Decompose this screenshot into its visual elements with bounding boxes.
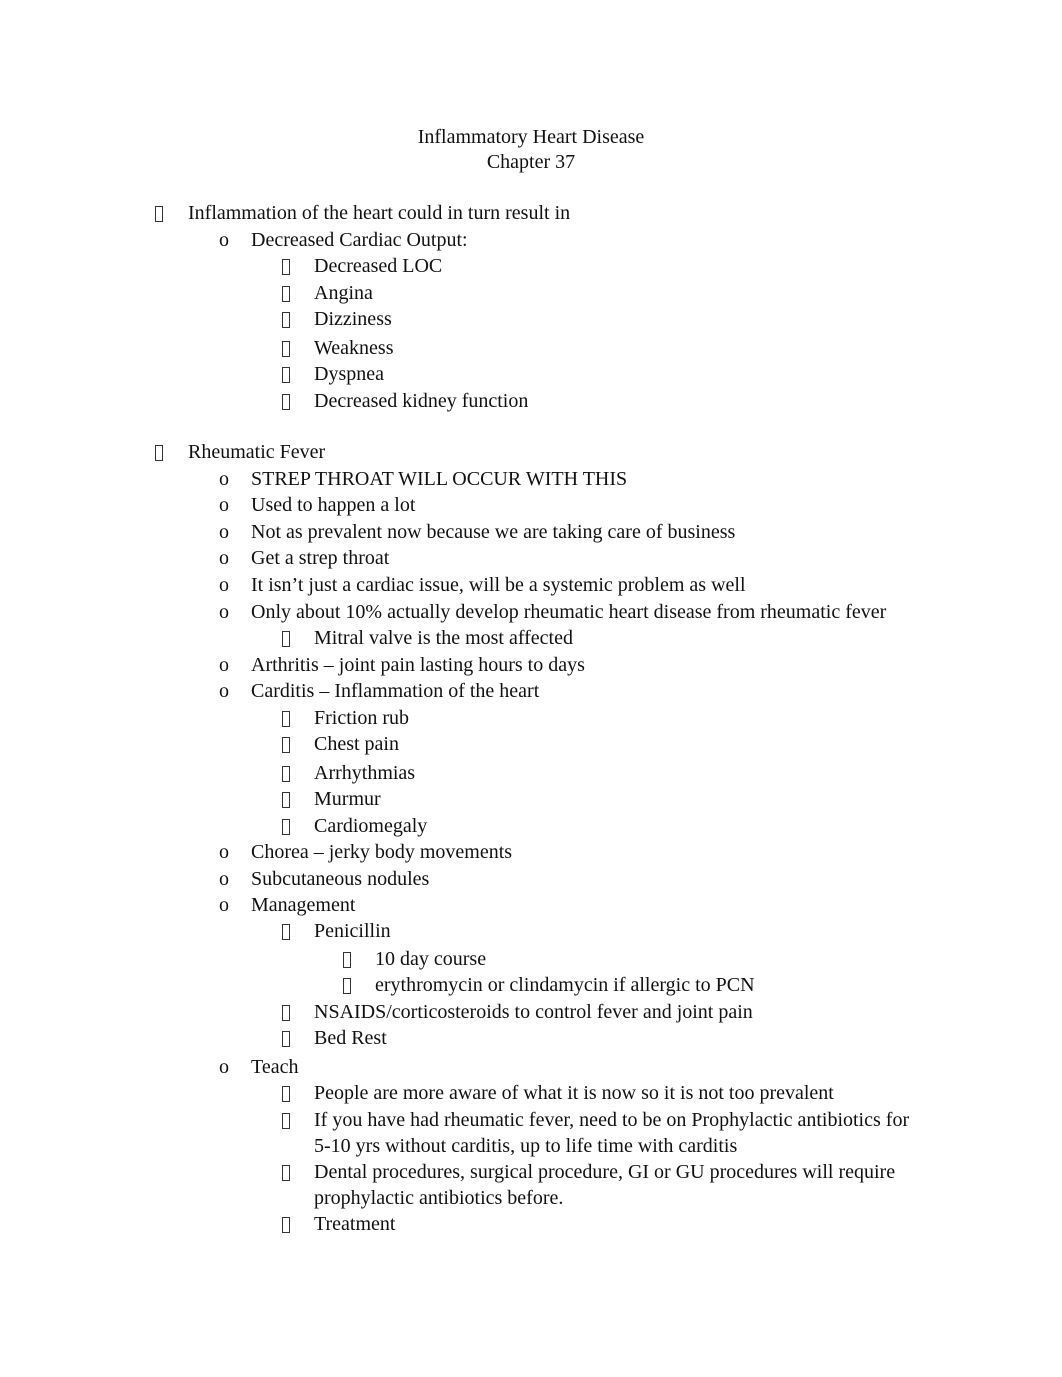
list-item-text: Dental procedures, surgical procedure, G… [314,1161,896,1183]
circle-bullet-icon: o [219,574,229,596]
list-item-text: erythromycin or clindamycin if allergic … [375,974,755,996]
list-item-text: Chorea – jerky body movements [251,841,513,863]
missing-glyph-bullet-icon [282,1080,290,1109]
missing-glyph-bullet-icon [155,439,163,468]
tofu-box-icon [282,711,290,727]
list-item-text: Get a strep throat [251,547,390,569]
tofu-box-icon [282,1086,290,1102]
tofu-box-icon [282,737,290,753]
document-title: Inflammatory Heart Disease [417,126,645,148]
circle-bullet-icon: o [219,229,229,251]
list-item-text: Friction rub [314,707,409,729]
tofu-box-icon [282,367,290,383]
list-item-text: Not as prevalent now because we are taki… [251,521,736,543]
missing-glyph-bullet-icon [282,306,290,335]
missing-glyph-bullet-icon [282,335,290,364]
missing-glyph-bullet-icon [282,388,290,417]
list-item-text: Bed Rest [314,1027,387,1049]
missing-glyph-bullet-icon [282,361,290,390]
list-item-text: Management [251,894,356,916]
missing-glyph-bullet-icon [282,1211,290,1240]
list-item-text: Dyspnea [314,363,384,385]
list-item-text: Chest pain [314,733,399,755]
list-item-text: It isn’t just a cardiac issue, will be a… [251,574,746,596]
circle-bullet-icon: o [219,547,229,569]
list-item-text: Penicillin [314,920,391,942]
tofu-box-icon [282,286,290,302]
tofu-box-icon [282,1217,290,1233]
missing-glyph-bullet-icon [155,200,163,229]
circle-bullet-icon: o [219,1056,229,1078]
missing-glyph-bullet-icon [282,786,290,815]
tofu-box-icon [282,1031,290,1047]
circle-bullet-icon: o [219,841,229,863]
tofu-box-icon [282,312,290,328]
circle-bullet-icon: o [219,601,229,623]
list-item-text: Cardiomegaly [314,815,428,837]
tofu-box-icon [282,259,290,275]
missing-glyph-bullet-icon [343,946,351,975]
tofu-box-icon [282,1165,290,1181]
tofu-box-icon [282,819,290,835]
list-item-text: Decreased LOC [314,255,443,277]
circle-bullet-icon: o [219,494,229,516]
list-item-text: Murmur [314,788,381,810]
list-item-text: Dizziness [314,308,392,330]
missing-glyph-bullet-icon [282,1025,290,1054]
missing-glyph-bullet-icon [343,972,351,1001]
list-item-text: Teach [251,1056,299,1078]
list-item-text: Treatment [314,1213,396,1235]
list-item-text: Inflammation of the heart could in turn … [188,202,571,224]
tofu-box-icon [282,766,290,782]
tofu-box-icon [343,978,351,994]
tofu-box-icon [282,394,290,410]
list-item-text: Mitral valve is the most affected [314,627,573,649]
list-item-text: prophylactic antibiotics before. [314,1187,564,1209]
tofu-box-icon [155,445,163,461]
missing-glyph-bullet-icon [282,253,290,282]
missing-glyph-bullet-icon [282,760,290,789]
list-item-text: Carditis – Inflammation of the heart [251,680,540,702]
list-item-text: Only about 10% actually develop rheumati… [251,601,887,623]
list-item-text: Subcutaneous nodules [251,868,430,890]
missing-glyph-bullet-icon [282,705,290,734]
tofu-box-icon [282,341,290,357]
circle-bullet-icon: o [219,894,229,916]
document-subtitle: Chapter 37 [486,151,576,173]
missing-glyph-bullet-icon [282,625,290,654]
list-item-text: If you have had rheumatic fever, need to… [314,1109,910,1131]
missing-glyph-bullet-icon [282,918,290,947]
circle-bullet-icon: o [219,680,229,702]
missing-glyph-bullet-icon [282,280,290,309]
list-item-text: Used to happen a lot [251,494,416,516]
list-item-text: People are more aware of what it is now … [314,1082,834,1104]
missing-glyph-bullet-icon [282,999,290,1028]
list-item-text: Arthritis – joint pain lasting hours to … [251,654,585,676]
list-item-text: 5-10 yrs without carditis, up to life ti… [314,1135,738,1157]
tofu-box-icon [282,1113,290,1129]
list-item-text: STREP THROAT WILL OCCUR WITH THIS [251,468,628,490]
list-item-text: Weakness [314,337,394,359]
tofu-box-icon [282,792,290,808]
circle-bullet-icon: o [219,468,229,490]
list-item-text: NSAIDS/corticosteroids to control fever … [314,1001,753,1023]
tofu-box-icon [282,631,290,647]
missing-glyph-bullet-icon [282,1159,290,1188]
list-item-text: 10 day course [375,948,487,970]
list-item-text: Rheumatic Fever [188,441,326,463]
circle-bullet-icon: o [219,654,229,676]
list-item-text: Decreased kidney function [314,390,529,412]
circle-bullet-icon: o [219,868,229,890]
missing-glyph-bullet-icon [282,813,290,842]
list-item-text: Decreased Cardiac Output: [251,229,468,251]
circle-bullet-icon: o [219,521,229,543]
missing-glyph-bullet-icon [282,1107,290,1136]
list-item-text: Angina [314,282,373,304]
list-item-text: Arrhythmias [314,762,416,784]
tofu-box-icon [155,206,163,222]
tofu-box-icon [282,1005,290,1021]
missing-glyph-bullet-icon [282,731,290,760]
tofu-box-icon [343,952,351,968]
tofu-box-icon [282,924,290,940]
